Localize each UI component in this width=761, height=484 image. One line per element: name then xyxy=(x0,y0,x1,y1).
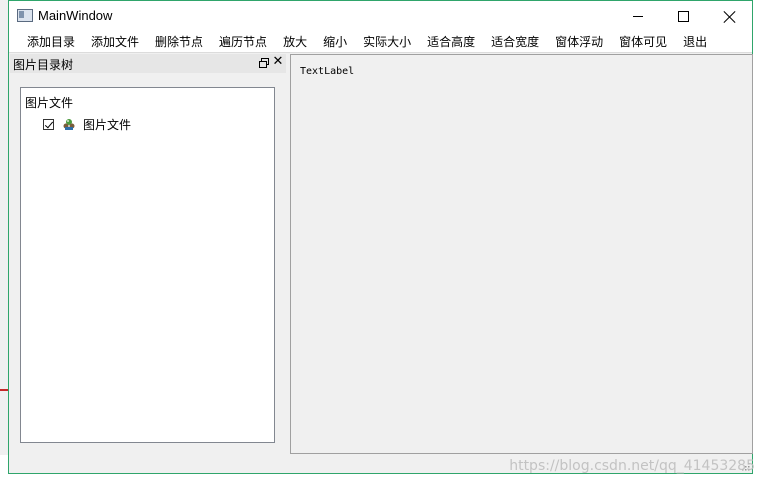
menu-dock-visible[interactable]: 窗体可见 xyxy=(611,32,675,53)
menu-fit-width[interactable]: 适合宽度 xyxy=(483,32,547,53)
close-window-button[interactable] xyxy=(707,1,752,32)
close-icon xyxy=(723,10,737,24)
app-window-icon xyxy=(17,9,33,22)
tree-header: 图片文件 xyxy=(25,96,74,110)
watermark: https://blog.csdn.net/qq_41453285 xyxy=(509,458,755,474)
menu-fit-height[interactable]: 适合高度 xyxy=(419,32,483,53)
image-tree-dock: 图片目录树 ✕ 图片文件 图片文件 xyxy=(10,54,286,464)
menu-zoom-in[interactable]: 放大 xyxy=(275,32,315,53)
image-file-icon xyxy=(63,119,75,130)
dock-title: 图片目录树 xyxy=(13,58,74,72)
minimize-icon xyxy=(632,16,643,17)
maximize-button[interactable] xyxy=(661,1,706,32)
menu-dock-float[interactable]: 窗体浮动 xyxy=(547,32,611,53)
background-accent-line xyxy=(0,389,8,391)
menu-bar: 添加目录 添加文件 删除节点 遍历节点 放大 缩小 实际大小 适合高度 适合宽度… xyxy=(9,32,752,53)
menu-exit[interactable]: 退出 xyxy=(675,32,715,53)
window-title: MainWindow xyxy=(38,8,113,23)
text-label: TextLabel xyxy=(300,66,355,77)
menu-zoom-out[interactable]: 缩小 xyxy=(315,32,355,53)
title-bar[interactable]: MainWindow xyxy=(9,1,752,32)
image-display-area: TextLabel xyxy=(290,54,753,454)
menu-add-directory[interactable]: 添加目录 xyxy=(19,32,83,53)
menu-delete-node[interactable]: 删除节点 xyxy=(147,32,211,53)
menu-actual-size[interactable]: 实际大小 xyxy=(355,32,419,53)
tree-item-label: 图片文件 xyxy=(83,117,132,132)
minimize-button[interactable] xyxy=(615,1,660,32)
menu-traverse-nodes[interactable]: 遍历节点 xyxy=(211,32,275,53)
image-tree-view[interactable]: 图片文件 图片文件 xyxy=(20,87,275,443)
menu-add-file[interactable]: 添加文件 xyxy=(83,32,147,53)
dock-float-icon[interactable] xyxy=(258,57,270,69)
main-window: MainWindow 添加目录 添加文件 删除节点 遍历节点 放大 缩小 实际大… xyxy=(8,0,753,474)
dock-title-bar[interactable]: 图片目录树 ✕ xyxy=(10,54,286,73)
maximize-icon xyxy=(678,11,689,22)
dock-close-icon[interactable]: ✕ xyxy=(271,55,285,69)
tree-item[interactable]: 图片文件 xyxy=(43,116,131,132)
tree-item-checkbox[interactable] xyxy=(43,118,54,130)
